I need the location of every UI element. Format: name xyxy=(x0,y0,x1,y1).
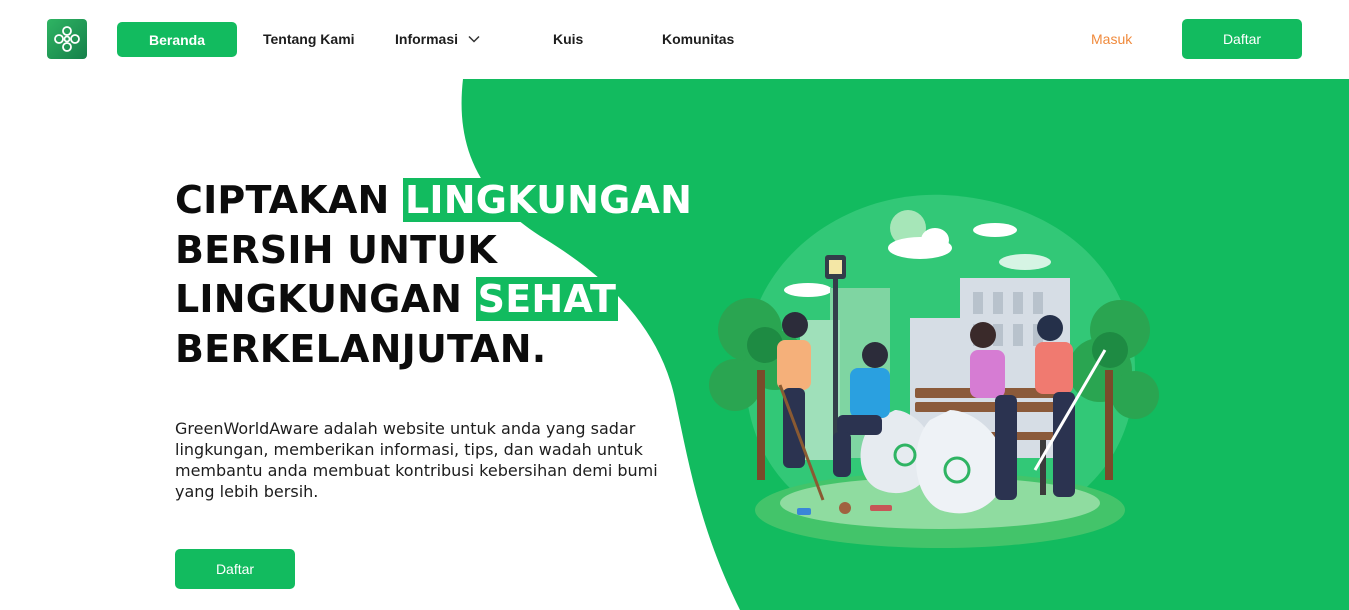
nav-item-beranda[interactable]: Beranda xyxy=(117,22,237,57)
hero-title-text: LINGKUNGAN xyxy=(175,277,476,321)
nav-item-kuis[interactable]: Kuis xyxy=(553,30,583,48)
hero-title-line4: BERKELANJUTAN. xyxy=(175,326,547,371)
hero-title-line2: BERSIH UNTUK xyxy=(175,227,498,272)
hero-title-line3: LINGKUNGAN SEHAT xyxy=(175,277,619,321)
nav-item-tentang-kami[interactable]: Tentang Kami xyxy=(263,30,355,48)
hero-register-button[interactable]: Daftar xyxy=(175,549,295,589)
nav-item-komunitas[interactable]: Komunitas xyxy=(662,30,734,48)
register-button[interactable]: Daftar xyxy=(1182,19,1302,59)
hero-title: CIPTAKAN LINGKUNGAN BERSIH UNTUK LINGKUN… xyxy=(175,176,695,374)
login-link[interactable]: Masuk xyxy=(1091,30,1132,48)
navbar: Beranda Tentang Kami Informasi Kuis Komu… xyxy=(0,0,1349,79)
chevron-down-icon xyxy=(468,35,480,43)
hero-title-highlight: LINGKUNGAN xyxy=(402,178,695,222)
hero-description: GreenWorldAware adalah website untuk and… xyxy=(175,419,658,501)
hero-title-highlight: SEHAT xyxy=(475,277,619,321)
knot-logo-icon xyxy=(54,26,80,52)
park-cleanup-illustration xyxy=(709,194,1159,548)
nav-item-informasi[interactable]: Informasi xyxy=(395,30,480,48)
logo[interactable] xyxy=(47,19,87,59)
hero-title-line1: CIPTAKAN LINGKUNGAN xyxy=(175,178,695,222)
nav-item-informasi-label: Informasi xyxy=(395,31,459,47)
hero-title-text: CIPTAKAN xyxy=(175,178,403,222)
